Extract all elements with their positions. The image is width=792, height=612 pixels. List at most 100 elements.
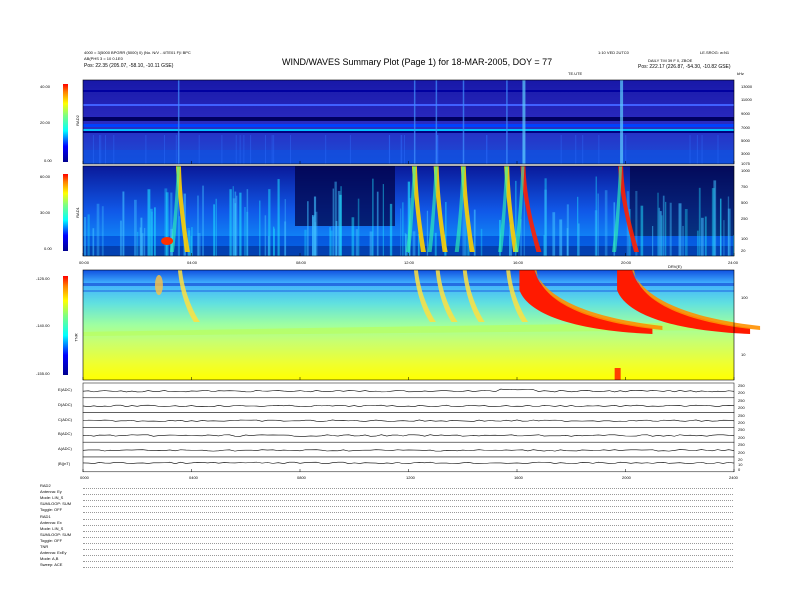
settings-row-label: Toggle: OFF bbox=[40, 537, 63, 543]
settings-row-label: Sweep: ACE bbox=[40, 562, 63, 568]
rad2-streak bbox=[104, 135, 106, 164]
rad1-streak bbox=[273, 226, 275, 256]
rad1-cbar-tick-1: 30.00 bbox=[40, 210, 51, 215]
rad1-streak bbox=[412, 231, 416, 256]
rad1-streak bbox=[684, 209, 688, 256]
settings-row-label: Mode: LIN_S bbox=[40, 525, 64, 531]
settings-row-label: Mode: A,B bbox=[40, 556, 59, 562]
rad1-streak bbox=[595, 176, 597, 256]
tnr-cbar-tick-0: -125.00 bbox=[36, 276, 50, 281]
rad2-streak bbox=[145, 135, 147, 164]
rad2-streak bbox=[403, 135, 405, 164]
rad1-streak bbox=[434, 232, 437, 256]
rad1-streak bbox=[315, 211, 318, 256]
settings-row-label: Antenna: Ey bbox=[40, 489, 62, 495]
rad1-streak bbox=[662, 195, 665, 256]
rad1-streak bbox=[264, 215, 267, 256]
rad1-streak bbox=[698, 187, 701, 256]
rad1-freq-tick: 750 bbox=[741, 184, 748, 189]
rad2-streak bbox=[575, 135, 577, 164]
rad1-streak bbox=[96, 203, 100, 256]
tnr-colorbar bbox=[63, 276, 68, 375]
rad2-burst bbox=[435, 80, 438, 164]
rad2-burst bbox=[522, 80, 526, 164]
rad1-streak bbox=[604, 190, 608, 256]
bottom-time-tick: 1200 bbox=[406, 475, 415, 480]
rad1-streak bbox=[711, 188, 715, 256]
line-panel-scale: 250 bbox=[738, 412, 745, 418]
rad1-streak bbox=[640, 205, 644, 256]
tnr-blob bbox=[154, 275, 163, 295]
tnr-freq-tick: 100 bbox=[741, 295, 748, 300]
time-tick: 16:00 bbox=[513, 260, 524, 265]
rad2-freq-tick: 3000 bbox=[741, 151, 750, 156]
rad1-streak bbox=[215, 198, 217, 256]
time-tick: 04:00 bbox=[187, 260, 198, 265]
tnr-cbar-tick-1: -140.00 bbox=[36, 323, 50, 328]
rad1-streak bbox=[144, 227, 146, 256]
rad1-cbar-tick-2: 0.00 bbox=[44, 246, 52, 251]
rad2-streak bbox=[92, 135, 94, 164]
rad1-streak bbox=[337, 190, 341, 256]
rad2-burst bbox=[462, 80, 465, 164]
rad2-freq-tick: 1075 bbox=[741, 161, 750, 166]
bottom-time-tick: 2400 bbox=[729, 475, 738, 480]
rad1-streak bbox=[229, 189, 232, 256]
rad2-streak bbox=[221, 135, 223, 164]
rad1-streak bbox=[329, 227, 331, 256]
rad1-streak bbox=[119, 220, 122, 256]
rad1-streak bbox=[597, 193, 599, 256]
line-panel-label: C(ADC) bbox=[58, 416, 72, 422]
rad2-streak bbox=[175, 135, 177, 164]
rad2-streak bbox=[696, 135, 698, 164]
rad2-streak bbox=[400, 135, 402, 164]
rad1-streak bbox=[402, 202, 404, 256]
rad2-streak bbox=[486, 135, 488, 164]
line-panel-scale: 200 bbox=[738, 405, 745, 411]
line-panel-label: B(ADC) bbox=[58, 431, 72, 437]
rad1-streak bbox=[284, 199, 286, 256]
rad2-freq-tick: 9000 bbox=[741, 111, 750, 116]
rad1-streak bbox=[136, 231, 139, 256]
settings-row-label: TNR bbox=[40, 544, 49, 549]
line-panel-scale: 250 bbox=[738, 397, 745, 403]
rad1-streak bbox=[704, 216, 707, 256]
rad1-streak bbox=[259, 200, 261, 256]
rad2-streak bbox=[100, 135, 102, 164]
rad1-freq-tick: 1000 bbox=[741, 168, 750, 173]
settings-row-label: SUMLOOP: SUM bbox=[40, 531, 72, 537]
rad1-streak bbox=[700, 217, 704, 256]
line-panels bbox=[82, 382, 735, 473]
rad2-freq-tick: 13000 bbox=[741, 84, 753, 89]
settings-row-label: RAD1 bbox=[40, 513, 51, 519]
rad1-colorbar bbox=[63, 174, 68, 251]
rad1-streak bbox=[559, 219, 563, 256]
settings-row-label: Toggle: OFF bbox=[40, 507, 63, 513]
rad2-streak bbox=[717, 135, 719, 164]
rad1-streak bbox=[669, 202, 672, 256]
rad1-streak bbox=[369, 231, 373, 256]
rad2-panel bbox=[83, 80, 734, 164]
rad1-streak bbox=[426, 210, 429, 256]
rad2-streak bbox=[265, 135, 267, 164]
rad2-burst bbox=[177, 80, 180, 164]
rad2-streak bbox=[389, 135, 391, 164]
rad1-streak bbox=[340, 186, 342, 256]
rad2-streak bbox=[349, 135, 351, 164]
rad1-streak bbox=[147, 189, 151, 256]
rad2-freq-tick: 5000 bbox=[741, 138, 750, 143]
rad1-streak bbox=[165, 192, 169, 256]
rad1-streak bbox=[382, 184, 384, 256]
rad1-streak bbox=[307, 201, 309, 256]
rad1-freq-tick: 500 bbox=[741, 200, 748, 205]
rad1-streak bbox=[355, 229, 358, 256]
tnr-cbar-tick-2: -155.00 bbox=[36, 371, 50, 376]
rad1-streak bbox=[544, 189, 547, 256]
rad1-streak bbox=[153, 207, 156, 256]
bottom-time-tick: 1600 bbox=[514, 475, 523, 480]
rad2-burst bbox=[506, 80, 508, 164]
settings-row-label: SUMLOOP: SUM bbox=[40, 501, 72, 507]
rad1-streak bbox=[122, 191, 125, 256]
bottom-time-tick: 0000 bbox=[80, 475, 89, 480]
rad1-streak bbox=[140, 217, 143, 256]
